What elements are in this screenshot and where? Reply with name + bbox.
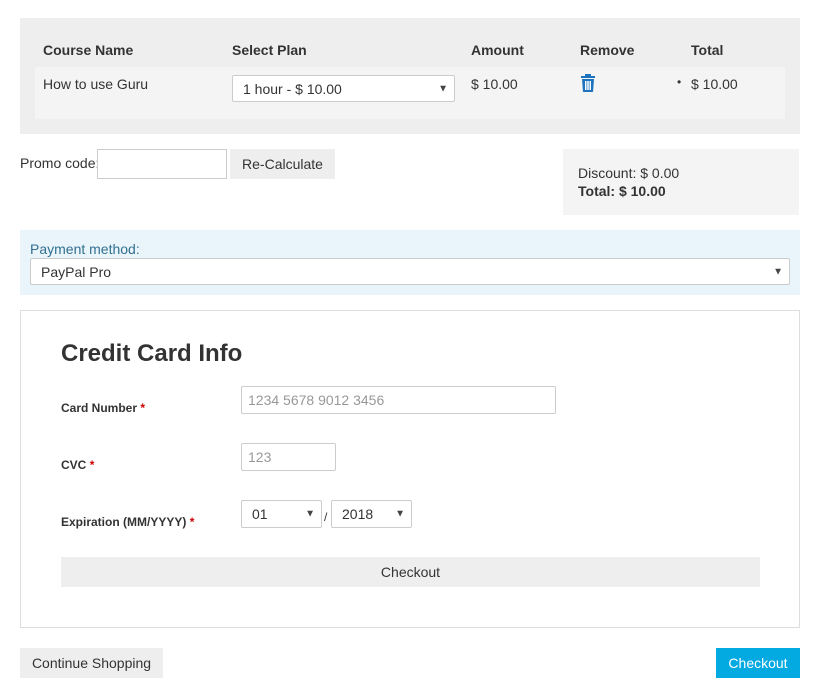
- card-number-label-text: Card Number: [61, 401, 138, 415]
- total-text: Total: $ 10.00: [578, 183, 666, 199]
- plan-select[interactable]: 1 hour - $ 10.00 ▼: [232, 75, 455, 102]
- credit-card-panel: Credit Card Info Card Number * CVC * Exp…: [20, 310, 800, 628]
- credit-card-title: Credit Card Info: [61, 340, 243, 367]
- chevron-down-icon: ▼: [395, 508, 405, 520]
- expiration-label-text: Expiration (MM/YYYY): [61, 515, 187, 529]
- column-header-course-name: Course Name: [43, 42, 134, 58]
- payment-method-value: PayPal Pro: [41, 263, 112, 280]
- trash-icon[interactable]: [580, 74, 596, 92]
- promo-code-input[interactable]: [97, 149, 227, 179]
- cart-table: Course Name Select Plan Amount Remove To…: [20, 18, 800, 134]
- amount-value: $ 10.00: [471, 76, 518, 92]
- payment-method-section: Payment method: PayPal Pro ▼: [20, 230, 800, 295]
- column-header-total: Total: [691, 42, 724, 58]
- card-number-label: Card Number *: [61, 401, 145, 415]
- required-marker: *: [189, 515, 195, 529]
- row-total-value: $ 10.00: [691, 76, 738, 92]
- cvc-label: CVC *: [61, 458, 94, 472]
- expiration-separator: /: [324, 510, 328, 524]
- promo-code-label: Promo code:: [20, 155, 100, 171]
- expiration-year-value: 2018: [342, 506, 374, 522]
- recalculate-button[interactable]: Re-Calculate: [230, 149, 335, 179]
- expiration-month-value: 01: [252, 506, 268, 522]
- column-header-select-plan: Select Plan: [232, 42, 307, 58]
- course-name: How to use Guru: [43, 76, 149, 92]
- column-header-remove: Remove: [580, 42, 635, 58]
- card-number-input[interactable]: [241, 386, 556, 414]
- card-checkout-button[interactable]: Checkout: [61, 557, 760, 587]
- chevron-down-icon: ▼: [305, 508, 315, 520]
- bullet-icon: •: [677, 75, 682, 89]
- checkout-button[interactable]: Checkout: [716, 648, 800, 678]
- required-marker: *: [140, 401, 146, 415]
- plan-select-value: 1 hour - $ 10.00: [243, 80, 342, 97]
- expiration-year-select[interactable]: 2018 ▼: [331, 500, 412, 528]
- expiration-month-select[interactable]: 01 ▼: [241, 500, 322, 528]
- expiration-label: Expiration (MM/YYYY) *: [61, 515, 194, 529]
- order-summary: Discount: $ 0.00 Total: $ 10.00: [563, 149, 799, 215]
- payment-method-label: Payment method:: [30, 241, 140, 257]
- required-marker: *: [89, 458, 95, 472]
- chevron-down-icon: ▼: [773, 266, 783, 277]
- payment-method-select[interactable]: PayPal Pro ▼: [30, 258, 790, 285]
- cvc-input[interactable]: [241, 443, 336, 471]
- discount-text: Discount: $ 0.00: [578, 165, 680, 181]
- continue-shopping-button[interactable]: Continue Shopping: [20, 648, 163, 678]
- cvc-label-text: CVC: [61, 458, 87, 472]
- column-header-amount: Amount: [471, 42, 524, 58]
- chevron-down-icon: ▼: [438, 83, 448, 94]
